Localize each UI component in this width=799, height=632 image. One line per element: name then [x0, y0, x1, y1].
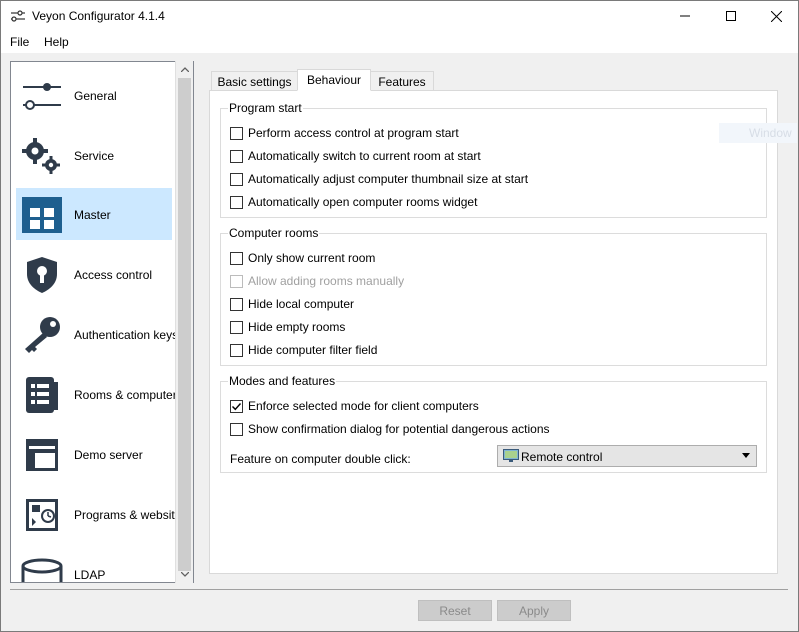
sidebar-item-rooms-computers[interactable]: Rooms & computers	[16, 368, 183, 420]
programs-clock-icon	[26, 499, 58, 531]
sidebar-item-general[interactable]: General	[16, 69, 172, 121]
menu-bar: File Help	[0, 31, 799, 53]
title-bar: Veyon Configurator 4.1.4	[0, 0, 799, 31]
scroll-down-button[interactable]	[176, 566, 193, 583]
sidebar-item-demo-server[interactable]: Demo server	[16, 428, 172, 480]
checkbox-auto-switch-room[interactable]	[230, 150, 243, 163]
sidebar-label-service: Service	[74, 149, 115, 163]
double-click-feature-select[interactable]: Remote control	[497, 445, 757, 467]
checkbox-label: Enforce selected mode for client compute…	[248, 399, 479, 413]
tab-basic-settings[interactable]: Basic settings	[211, 71, 298, 91]
sidebar-label-ldap: LDAP	[74, 568, 106, 582]
sidebar-scrollbar[interactable]	[175, 61, 193, 583]
minimize-icon	[680, 15, 690, 17]
checkbox-label: Hide local computer	[248, 297, 355, 311]
sidebar-item-access-control[interactable]: Access control	[16, 248, 172, 300]
maximize-icon	[726, 11, 736, 21]
group-modes-features: Modes and features Enforce selected mode…	[220, 374, 767, 473]
grid-icon	[22, 197, 62, 233]
checkmark-icon	[232, 403, 242, 411]
sidebar-label-master: Master	[74, 208, 111, 222]
minimize-button[interactable]	[662, 1, 708, 31]
menu-help[interactable]: Help	[44, 35, 69, 49]
sidebar-label-access-control: Access control	[74, 268, 153, 282]
sidebar-item-programs-websites[interactable]: Programs & websites	[16, 488, 187, 540]
chevron-up-icon	[180, 67, 189, 72]
reset-button[interactable]: Reset	[418, 600, 492, 621]
sidebar-item-authentication-keys[interactable]: Authentication keys	[16, 308, 178, 360]
double-click-feature-label: Feature on computer double click:	[230, 452, 411, 466]
remote-control-icon	[503, 449, 519, 462]
group-computer-rooms: Computer rooms Only show current room Al…	[220, 226, 767, 366]
app-sliders-icon	[11, 10, 25, 22]
chevron-down-icon	[180, 572, 189, 577]
list-icon	[26, 377, 58, 413]
checkbox-enforce-mode[interactable]	[230, 400, 243, 413]
checkbox-label: Show confirmation dialog for potential d…	[248, 422, 550, 436]
close-button[interactable]	[753, 1, 799, 31]
ghost-window-button: Window	[719, 123, 797, 143]
tab-behaviour[interactable]: Behaviour	[297, 69, 371, 91]
gears-icon	[22, 138, 60, 174]
close-icon	[770, 10, 782, 22]
checkbox-label: Hide empty rooms	[248, 320, 346, 334]
key-icon	[25, 317, 60, 353]
sidebar-item-ldap[interactable]: LDAP	[16, 548, 172, 582]
shield-lock-icon	[27, 257, 57, 293]
checkbox-label: Automatically adjust computer thumbnail …	[248, 172, 529, 186]
sliders-icon	[23, 83, 61, 110]
group-title-computer-rooms: Computer rooms	[228, 226, 320, 240]
group-title-program-start: Program start	[228, 101, 303, 115]
sidebar-label-general: General	[74, 89, 117, 103]
group-title-modes-features: Modes and features	[228, 374, 337, 388]
checkbox-auto-open-rooms-widget[interactable]	[230, 196, 243, 209]
checkbox-label: Automatically switch to current room at …	[248, 149, 481, 163]
apply-button[interactable]: Apply	[497, 600, 571, 621]
checkbox-only-show-current-room[interactable]	[230, 252, 243, 265]
sidebar-label-programs-websites: Programs & websites	[74, 508, 188, 522]
window-title: Veyon Configurator 4.1.4	[32, 9, 165, 23]
checkbox-hide-filter-field[interactable]	[230, 344, 243, 357]
double-click-feature-value: Remote control	[521, 450, 603, 464]
checkbox-label: Only show current room	[248, 251, 376, 265]
checkbox-allow-adding-rooms	[230, 275, 243, 288]
scroll-thumb[interactable]	[178, 78, 191, 571]
checkbox-show-confirmation[interactable]	[230, 423, 243, 436]
checkbox-perform-access-control[interactable]	[230, 127, 243, 140]
menu-file[interactable]: File	[10, 35, 29, 49]
checkbox-auto-adjust-thumbnail[interactable]	[230, 173, 243, 186]
chevron-down-icon	[742, 453, 750, 458]
maximize-button[interactable]	[708, 1, 754, 31]
sidebar-item-service[interactable]: Service	[16, 129, 172, 181]
checkbox-label: Hide computer filter field	[248, 343, 378, 357]
checkbox-label: Allow adding rooms manually	[248, 274, 405, 288]
checkbox-label: Perform access control at program start	[248, 126, 459, 140]
sidebar-label-rooms-computers: Rooms & computers	[74, 388, 183, 402]
sidebar-label-demo-server: Demo server	[74, 448, 143, 462]
group-program-start: Program start Perform access control at …	[220, 101, 767, 218]
checkbox-hide-empty-rooms[interactable]	[230, 321, 243, 334]
window-icon	[26, 439, 58, 471]
scroll-up-button[interactable]	[176, 61, 193, 78]
sidebar-item-master[interactable]: Master	[16, 188, 172, 240]
checkbox-label: Automatically open computer rooms widget	[248, 195, 478, 209]
checkbox-hide-local-computer[interactable]	[230, 298, 243, 311]
footer-separator	[10, 589, 788, 590]
sidebar: General Service Master Access control Au…	[10, 61, 194, 583]
database-icon	[21, 558, 63, 582]
tab-features[interactable]: Features	[370, 71, 434, 91]
sidebar-label-authentication-keys: Authentication keys	[74, 328, 179, 342]
